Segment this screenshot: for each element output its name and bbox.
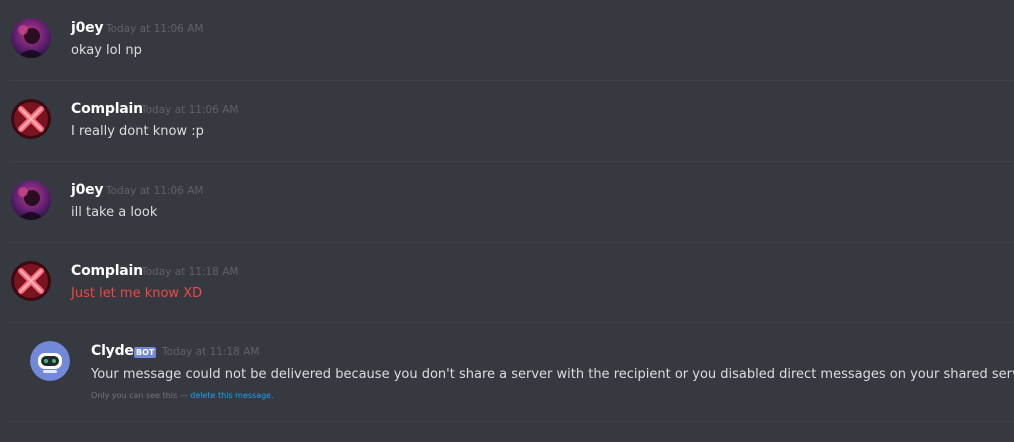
message: Complain Today at 11:06 AM I really dont… [0,81,1014,161]
delete-message-link[interactable]: delete this message. [190,391,273,400]
message-divider [10,421,1014,422]
message: j0ey Today at 11:06 AM ill take a look [0,162,1014,242]
bot-tag: BOT [134,347,157,358]
bot-author[interactable]: Clyde [91,343,134,359]
message-timestamp: Today at 11:06 AM [106,185,204,197]
message-author[interactable]: j0ey [71,182,104,198]
message-timestamp: Today at 11:18 AM [141,266,239,278]
message: j0ey Today at 11:06 AM okay lol np [0,0,1014,80]
message-timestamp: Today at 11:18 AM [162,346,260,358]
message-timestamp: Today at 11:06 AM [106,23,204,35]
user-avatar-complain[interactable] [11,261,51,301]
message-text: Just let me know XD [71,286,203,301]
message-timestamp: Today at 11:06 AM [141,104,239,116]
chat-messages: j0ey Today at 11:06 AM okay lol np Compl… [0,0,1014,442]
user-avatar-j0ey[interactable] [11,18,51,58]
user-avatar-complain[interactable] [11,99,51,139]
message-text: I really dont know :p [71,124,204,139]
message-author[interactable]: j0ey [71,20,104,36]
ephemeral-notice-text: Only you can see this — [91,391,191,400]
message-text: okay lol np [71,43,142,58]
clyde-avatar[interactable] [30,341,70,381]
bot-message: Clyde BOT Today at 11:18 AM Your message… [0,323,1014,421]
message-author[interactable]: Complain [71,263,143,279]
message-author[interactable]: Complain [71,101,143,117]
message-text: ill take a look [71,205,158,220]
message: Complain Today at 11:18 AM Just let me k… [0,243,1014,323]
user-avatar-j0ey[interactable] [11,180,51,220]
bot-message-text: Your message could not be delivered beca… [91,367,1014,382]
ephemeral-notice: Only you can see this — delete this mess… [91,391,274,400]
